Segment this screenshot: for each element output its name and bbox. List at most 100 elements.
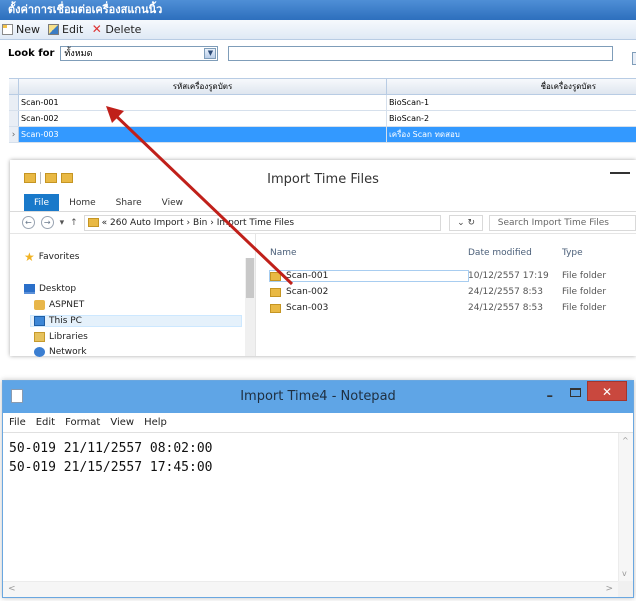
table-row[interactable]: Scan-002 BioScan-2 — [9, 111, 636, 127]
nav-label: ASPNET — [49, 300, 85, 310]
up-icon[interactable]: ↑ — [70, 218, 78, 228]
look-for-input[interactable] — [228, 45, 614, 61]
scanner-grid: รหัสเครื่องรูดบัตร ชื่อเครื่องรูดบัตร Sc… — [9, 78, 636, 143]
file-row[interactable]: Scan-002 24/12/2557 8:53 File folder — [270, 284, 636, 300]
nav-label: This PC — [49, 316, 82, 326]
explorer-body: ★ Favorites Desktop ASPNET This PC Libra… — [10, 234, 636, 357]
column-type[interactable]: Type — [562, 248, 583, 258]
recent-locations-icon[interactable]: ▾ — [60, 218, 65, 228]
address-bar[interactable]: « 260 Auto Import › Bin › Import Time Fi… — [83, 214, 442, 231]
table-row-selected[interactable]: › Scan-003 เครื่อง Scan ทดสอบ — [9, 127, 636, 143]
folder-icon — [270, 287, 281, 297]
file-date: 24/12/2557 8:53 — [468, 303, 543, 313]
tab-share[interactable]: Share — [106, 194, 152, 211]
nav-libraries[interactable]: Libraries — [34, 332, 88, 342]
edit-button[interactable]: Edit — [48, 23, 83, 36]
refresh-button[interactable]: ⌄ ↻ — [449, 214, 483, 231]
search-input[interactable]: Search Import Time Files — [488, 214, 636, 231]
close-icon[interactable]: ✕ — [587, 381, 627, 401]
explorer-title-bar: Import Time Files — [10, 160, 636, 194]
menu-format[interactable]: Format — [65, 417, 100, 428]
notepad-window: Import Time4 - Notepad – ✕ File Edit For… — [2, 380, 634, 598]
grid-header: รหัสเครื่องรูดบัตร ชื่อเครื่องรูดบัตร — [9, 79, 636, 95]
file-type: File folder — [562, 271, 607, 281]
forward-icon[interactable]: → — [40, 216, 54, 229]
menu-help[interactable]: Help — [144, 417, 167, 428]
user-folder-icon — [34, 300, 45, 310]
new-label: New — [16, 23, 40, 36]
nav-label: Favorites — [38, 252, 80, 262]
nav-this-pc[interactable]: This PC — [30, 315, 242, 327]
new-button[interactable]: New — [2, 23, 40, 36]
delete-label: Delete — [105, 23, 142, 36]
chevron-down-icon[interactable]: ▼ — [204, 47, 217, 59]
menu-file[interactable]: File — [9, 417, 26, 428]
libraries-icon — [34, 332, 45, 342]
cell-name: BioScan-1 — [389, 98, 430, 107]
column-header-id[interactable]: รหัสเครื่องรูดบัตร — [19, 79, 387, 94]
column-date-modified[interactable]: Date modified — [468, 248, 562, 258]
minimize-icon[interactable]: – — [547, 389, 554, 404]
vertical-scrollbar[interactable]: ^ v — [618, 433, 633, 581]
text-line: 50-019 21/15/2557 17:45:00 — [9, 460, 213, 475]
file-list-pane: Name Date modified Type Scan-001 10/12/2… — [256, 234, 636, 356]
file-row[interactable]: Scan-001 10/12/2557 17:19 File folder — [269, 268, 636, 284]
look-for-select[interactable]: ทั้งหมด ▼ — [60, 45, 219, 61]
menu-edit[interactable]: Edit — [36, 417, 55, 428]
edit-icon — [48, 24, 59, 35]
computer-icon — [34, 316, 45, 326]
notepad-text-area[interactable]: 50-019 21/11/2557 08:02:00 50-019 21/15/… — [3, 433, 619, 581]
nav-label: Libraries — [49, 332, 88, 342]
file-name: Scan-002 — [270, 287, 468, 297]
text-line: 50-019 21/11/2557 08:02:00 — [9, 441, 213, 456]
horizontal-scrollbar[interactable]: < > — [3, 581, 618, 597]
address-row: ← → ▾ ↑ « 260 Auto Import › Bin › Import… — [10, 212, 636, 234]
search-button[interactable] — [632, 52, 636, 65]
file-list-header: Name Date modified Type — [270, 248, 636, 258]
scroll-right-icon[interactable]: > — [605, 584, 613, 594]
cell-name: เครื่อง Scan ทดสอบ — [387, 127, 636, 142]
file-name-text: Scan-002 — [286, 287, 329, 297]
cell-id: Scan-001 — [19, 95, 387, 110]
notepad-title: Import Time4 - Notepad — [240, 389, 396, 404]
notepad-menu-bar: File Edit Format View Help — [3, 413, 633, 433]
current-row-arrow-icon: › — [9, 127, 19, 142]
tab-file[interactable]: File — [24, 194, 60, 211]
back-icon[interactable]: ← — [22, 216, 35, 229]
row-indicator — [9, 111, 19, 126]
tab-home[interactable]: Home — [59, 194, 106, 211]
file-type: File folder — [562, 303, 607, 313]
minimize-icon[interactable] — [610, 172, 630, 186]
desktop-icon — [24, 284, 35, 294]
file-row[interactable]: Scan-003 24/12/2557 8:53 File folder — [270, 300, 636, 316]
nav-scrollbar[interactable] — [245, 258, 255, 356]
scroll-down-icon[interactable]: v — [622, 569, 627, 578]
network-icon — [34, 347, 45, 357]
nav-aspnet[interactable]: ASPNET — [34, 300, 84, 310]
panel-title: ตั้งค่าการเชื่อมต่อเครื่องสแกนนิ้ว — [0, 0, 636, 20]
column-header-name[interactable]: ชื่อเครื่องรูดบัตร — [387, 79, 636, 94]
scroll-up-icon[interactable]: ^ — [622, 436, 629, 445]
scroll-left-icon[interactable]: < — [8, 584, 16, 594]
cell-name: BioScan-2 — [389, 114, 430, 123]
file-name: Scan-003 — [270, 303, 468, 313]
table-row[interactable]: Scan-001 BioScan-1 — [9, 95, 636, 111]
tab-view[interactable]: View — [152, 194, 193, 211]
maximize-icon[interactable] — [570, 388, 581, 397]
nav-favorites[interactable]: ★ Favorites — [24, 251, 80, 263]
file-name-text: Scan-001 — [286, 271, 329, 281]
file-name: Scan-001 — [269, 270, 469, 282]
toolbar: New Edit ✕ Delete — [0, 20, 636, 40]
cell-id: Scan-003 — [19, 127, 387, 142]
new-document-icon — [2, 24, 13, 35]
nav-desktop[interactable]: Desktop — [24, 284, 76, 294]
scrollbar-thumb[interactable] — [246, 258, 254, 298]
nav-network[interactable]: Network — [34, 347, 87, 357]
menu-view[interactable]: View — [110, 417, 134, 428]
nav-label: Desktop — [39, 284, 77, 294]
column-name[interactable]: Name — [270, 248, 468, 258]
ribbon-tabs: File Home Share View — [10, 194, 636, 212]
notepad-title-bar: Import Time4 - Notepad – ✕ — [3, 381, 633, 413]
resize-grip[interactable] — [618, 581, 633, 597]
delete-button[interactable]: ✕ Delete — [91, 23, 142, 36]
